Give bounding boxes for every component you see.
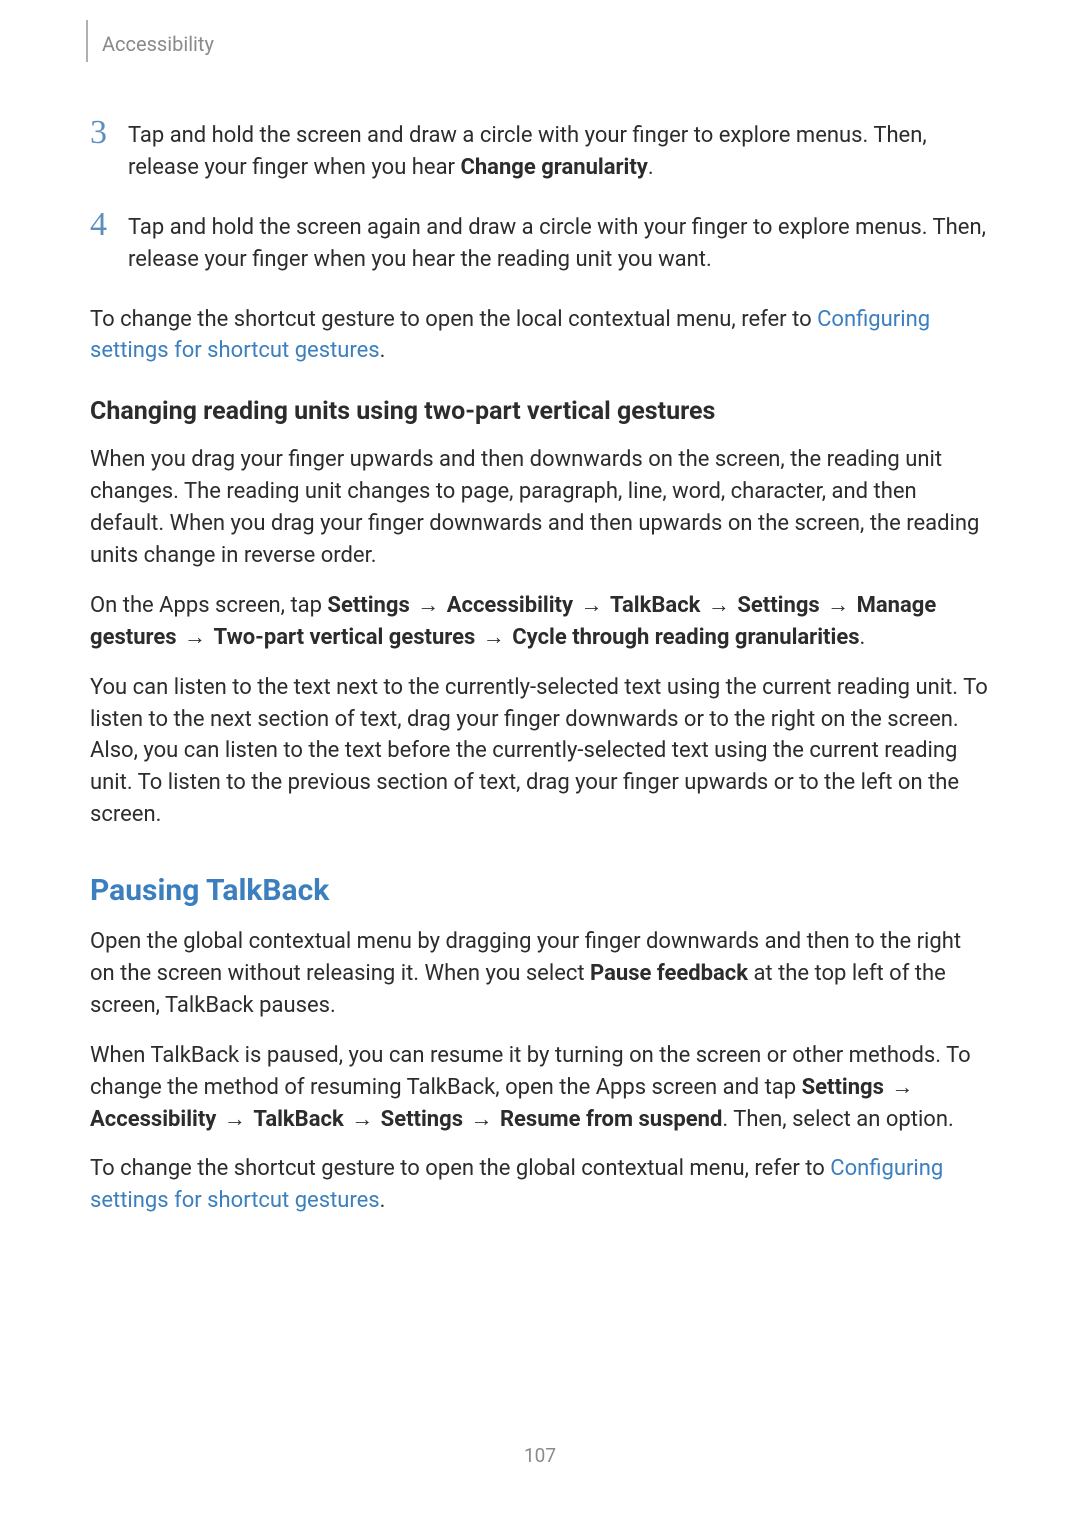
nav-talkback: TalkBack	[253, 1107, 343, 1132]
step-number: 4	[90, 208, 128, 242]
text: . Then, select an option.	[722, 1107, 953, 1132]
heading-pausing-talkback: Pausing TalkBack	[90, 873, 990, 908]
bold-text: Change granularity	[460, 155, 647, 180]
page-number: 107	[0, 1444, 1080, 1467]
step-text: Tap and hold the screen again and draw a…	[128, 212, 990, 276]
page-content: Accessibility 3 Tap and hold the screen …	[0, 0, 1080, 1217]
arrow-icon: →	[470, 1104, 492, 1136]
nav-accessibility: Accessibility	[447, 593, 573, 618]
heading-changing-reading-units: Changing reading units using two-part ve…	[90, 397, 990, 426]
arrow-icon: →	[417, 590, 439, 622]
paragraph-nav-path: When TalkBack is paused, you can resume …	[90, 1040, 990, 1136]
text: .	[648, 155, 654, 180]
arrow-icon: →	[581, 590, 603, 622]
header-divider	[86, 20, 88, 62]
arrow-icon: →	[827, 590, 849, 622]
paragraph: To change the shortcut gesture to open t…	[90, 1153, 990, 1217]
section-name: Accessibility	[102, 32, 214, 56]
paragraph-nav-path: On the Apps screen, tap Settings → Acces…	[90, 590, 990, 654]
arrow-icon: →	[708, 590, 730, 622]
nav-settings: Settings	[737, 593, 819, 618]
paragraph: Open the global contextual menu by dragg…	[90, 926, 990, 1022]
nav-talkback: TalkBack	[610, 593, 700, 618]
paragraph: To change the shortcut gesture to open t…	[90, 304, 990, 368]
step-3: 3 Tap and hold the screen and draw a cir…	[90, 120, 990, 184]
paragraph: You can listen to the text next to the c…	[90, 672, 990, 831]
arrow-icon: →	[351, 1104, 373, 1136]
bold-pause-feedback: Pause feedback	[590, 961, 748, 986]
step-4: 4 Tap and hold the screen again and draw…	[90, 212, 990, 276]
text: .	[380, 1188, 386, 1213]
text: To change the shortcut gesture to open t…	[90, 1156, 830, 1181]
step-text: Tap and hold the screen and draw a circl…	[128, 120, 990, 184]
step-number: 3	[90, 116, 128, 150]
arrow-icon: →	[483, 622, 505, 654]
nav-settings: Settings	[327, 593, 409, 618]
nav-settings: Settings	[802, 1075, 884, 1100]
text: On the Apps screen, tap	[90, 593, 327, 618]
arrow-icon: →	[184, 622, 206, 654]
nav-two-part-vertical: Two-part vertical gestures	[214, 625, 476, 650]
text: .	[380, 338, 386, 363]
text: .	[860, 625, 866, 650]
nav-settings: Settings	[381, 1107, 463, 1132]
arrow-icon: →	[224, 1104, 246, 1136]
nav-accessibility: Accessibility	[90, 1107, 216, 1132]
page-header: Accessibility	[90, 30, 990, 80]
paragraph: When you drag your finger upwards and th…	[90, 444, 990, 572]
nav-cycle-granularities: Cycle through reading granularities	[512, 625, 859, 650]
text: To change the shortcut gesture to open t…	[90, 307, 817, 332]
nav-resume-suspend: Resume from suspend	[500, 1107, 722, 1132]
arrow-icon: →	[891, 1072, 913, 1104]
